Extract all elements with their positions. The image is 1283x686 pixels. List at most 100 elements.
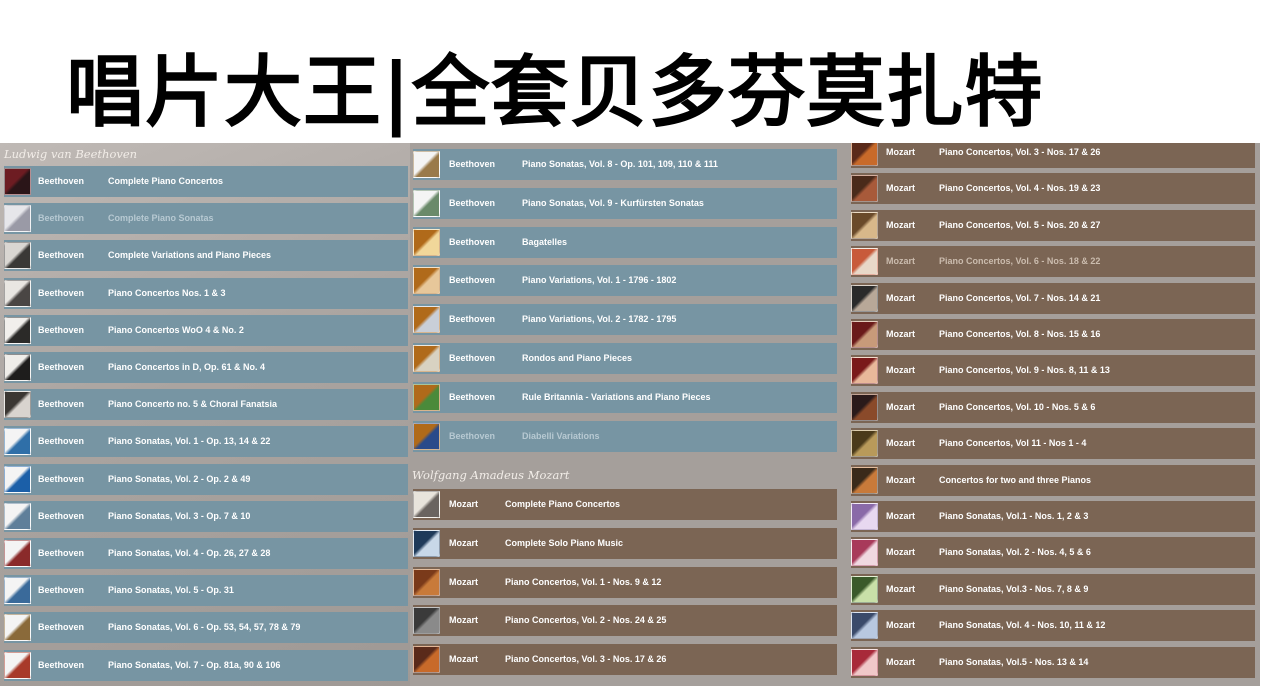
album-cover-thumbnail[interactable] (4, 205, 31, 233)
album-title[interactable]: Bagatelles (522, 227, 567, 258)
album-row[interactable]: Beethoven Piano Sonatas, Vol. 4 - Op. 26,… (4, 538, 408, 569)
album-title[interactable]: Piano Concerto no. 5 & Choral Fanatsia (108, 389, 277, 420)
album-cover-thumbnail[interactable] (851, 539, 878, 567)
album-row[interactable]: Beethoven Piano Variations, Vol. 2 - 1782… (413, 304, 837, 336)
album-row[interactable]: Beethoven Rule Britannia - Variations and… (413, 381, 837, 413)
album-row[interactable]: Mozart Piano Concertos, Vol. 3 - Nos. 17 … (413, 644, 837, 676)
album-row[interactable]: Mozart Piano Concertos, Vol. 7 - Nos. 14 … (851, 282, 1255, 314)
album-row[interactable]: Mozart Piano Concertos, Vol. 10 - Nos. 5 … (851, 391, 1255, 423)
album-row[interactable]: Beethoven Piano Variations, Vol. 1 - 1796… (413, 265, 837, 297)
album-row[interactable]: Beethoven Piano Sonatas, Vol. 1 - Op. 13,… (4, 426, 408, 458)
album-cover-thumbnail[interactable] (851, 612, 878, 640)
album-title[interactable]: Piano Concertos, Vol. 7 - Nos. 14 & 21 (939, 283, 1100, 314)
album-title[interactable]: Piano Concertos, Vol. 3 - Nos. 17 & 26 (939, 143, 1100, 168)
album-row[interactable]: Beethoven Bagatelles (413, 226, 837, 258)
album-row[interactable]: Mozart Complete Solo Piano Music (413, 527, 837, 559)
album-cover-thumbnail[interactable] (851, 321, 878, 348)
album-row[interactable]: Mozart Concertos for two and three Pianos (851, 464, 1255, 496)
album-cover-thumbnail[interactable] (4, 316, 31, 344)
album-row[interactable]: Mozart Piano Sonatas, Vol. 4 - Nos. 10, 1… (851, 610, 1255, 642)
album-row[interactable]: Mozart Piano Concertos, Vol. 4 - Nos. 19 … (851, 173, 1255, 205)
album-title[interactable]: Complete Piano Concertos (108, 166, 223, 197)
album-row[interactable]: Beethoven Diabelli Variations (413, 420, 837, 452)
album-cover-thumbnail[interactable] (413, 383, 440, 411)
album-row[interactable]: Mozart Piano Concertos, Vol. 2 - Nos. 24 … (413, 605, 837, 637)
album-cover-thumbnail[interactable] (4, 502, 31, 530)
album-cover-thumbnail[interactable] (851, 248, 878, 276)
album-title[interactable]: Piano Concertos WoO 4 & No. 2 (108, 315, 244, 346)
album-cover-thumbnail[interactable] (413, 267, 440, 295)
album-title[interactable]: Piano Sonatas, Vol. 4 - Op. 26, 27 & 28 (108, 538, 270, 569)
album-cover-thumbnail[interactable] (851, 466, 878, 494)
album-row[interactable]: Mozart Piano Concertos, Vol. 9 - Nos. 8, … (851, 355, 1255, 387)
album-cover-thumbnail[interactable] (413, 306, 440, 334)
album-cover-thumbnail[interactable] (4, 354, 31, 381)
album-cover-thumbnail[interactable] (413, 529, 440, 557)
album-title[interactable]: Piano Concertos, Vol. 8 - Nos. 15 & 16 (939, 319, 1100, 350)
album-cover-thumbnail[interactable] (851, 575, 878, 603)
album-title[interactable]: Piano Concertos Nos. 1 & 3 (108, 278, 226, 309)
album-row[interactable]: Mozart Complete Piano Concertos (413, 489, 837, 520)
album-title[interactable]: Piano Concertos, Vol. 4 - Nos. 19 & 23 (939, 173, 1100, 204)
album-cover-thumbnail[interactable] (413, 345, 440, 372)
album-cover-thumbnail[interactable] (851, 503, 878, 530)
album-row[interactable]: Mozart Piano Sonatas, Vol. 2 - Nos. 4, 5 … (851, 537, 1255, 569)
album-row[interactable]: Beethoven Piano Sonatas, Vol. 5 - Op. 31 (4, 575, 408, 607)
album-row[interactable]: Beethoven Piano Sonatas, Vol. 8 - Op. 101… (413, 149, 837, 180)
album-cover-thumbnail[interactable] (4, 651, 31, 679)
album-title[interactable]: Complete Variations and Piano Pieces (108, 240, 271, 271)
album-title[interactable]: Complete Piano Sonatas (108, 203, 214, 234)
album-row[interactable]: Mozart Piano Concertos, Vol. 5 - Nos. 20 … (851, 209, 1255, 241)
album-title[interactable]: Rondos and Piano Pieces (522, 343, 632, 374)
album-cover-thumbnail[interactable] (413, 491, 440, 518)
album-title[interactable]: Piano Sonatas, Vol. 8 - Op. 101, 109, 11… (522, 149, 718, 180)
album-title[interactable]: Piano Concertos in D, Op. 61 & No. 4 (108, 352, 265, 383)
album-row[interactable]: Beethoven Piano Sonatas, Vol. 3 - Op. 7 &… (4, 500, 408, 532)
album-title[interactable]: Piano Sonatas, Vol.1 - Nos. 1, 2 & 3 (939, 501, 1088, 532)
album-cover-thumbnail[interactable] (4, 540, 31, 567)
album-title[interactable]: Piano Sonatas, Vol. 3 - Op. 7 & 10 (108, 501, 250, 532)
album-title[interactable]: Piano Sonatas, Vol. 1 - Op. 13, 14 & 22 (108, 426, 270, 457)
album-title[interactable]: Piano Sonatas, Vol. 9 - Kurfürsten Sonat… (522, 188, 704, 219)
album-row[interactable]: Beethoven Piano Sonatas, Vol. 6 - Op. 53,… (4, 612, 408, 644)
album-title[interactable]: Piano Sonatas, Vol. 2 - Nos. 4, 5 & 6 (939, 537, 1091, 568)
album-row[interactable]: Beethoven Rondos and Piano Pieces (413, 343, 837, 374)
album-cover-thumbnail[interactable] (851, 393, 878, 421)
album-title[interactable]: Piano Sonatas, Vol. 4 - Nos. 10, 11 & 12 (939, 610, 1105, 641)
album-cover-thumbnail[interactable] (413, 151, 440, 178)
album-cover-thumbnail[interactable] (851, 284, 878, 312)
album-row[interactable]: Beethoven Piano Concertos in D, Op. 61 & … (4, 352, 408, 383)
album-title[interactable]: Piano Variations, Vol. 2 - 1782 - 1795 (522, 304, 676, 335)
album-cover-thumbnail[interactable] (413, 422, 440, 450)
album-cover-thumbnail[interactable] (851, 357, 878, 385)
album-title[interactable]: Piano Concertos, Vol. 10 - Nos. 5 & 6 (939, 392, 1095, 423)
album-title[interactable]: Piano Concertos, Vol 11 - Nos 1 - 4 (939, 428, 1086, 459)
album-cover-thumbnail[interactable] (4, 428, 31, 456)
album-cover-thumbnail[interactable] (413, 189, 440, 217)
album-cover-thumbnail[interactable] (851, 211, 878, 239)
album-title[interactable]: Piano Sonatas, Vol. 5 - Op. 31 (108, 575, 234, 606)
album-title[interactable]: Rule Britannia - Variations and Piano Pi… (522, 382, 711, 413)
album-cover-thumbnail[interactable] (413, 646, 440, 674)
album-title[interactable]: Piano Concertos, Vol. 3 - Nos. 17 & 26 (505, 644, 666, 675)
album-cover-thumbnail[interactable] (851, 143, 878, 166)
album-row[interactable]: Mozart Piano Concertos, Vol 11 - Nos 1 - … (851, 428, 1255, 460)
album-row[interactable]: Mozart Piano Sonatas, Vol.3 - Nos. 7, 8 &… (851, 573, 1255, 605)
album-cover-thumbnail[interactable] (413, 607, 440, 635)
album-row[interactable]: Beethoven Complete Piano Concertos (4, 166, 408, 197)
album-row[interactable]: Beethoven Piano Concertos WoO 4 & No. 2 (4, 314, 408, 346)
album-cover-thumbnail[interactable] (4, 614, 31, 642)
album-title[interactable]: Piano Sonatas, Vol.3 - Nos. 7, 8 & 9 (939, 574, 1088, 605)
album-cover-thumbnail[interactable] (4, 168, 31, 195)
album-row[interactable]: Beethoven Piano Concertos Nos. 1 & 3 (4, 277, 408, 309)
album-title[interactable]: Complete Piano Concertos (505, 489, 620, 520)
album-row[interactable]: Beethoven Piano Sonatas, Vol. 7 - Op. 81a… (4, 649, 408, 681)
album-row[interactable]: Beethoven Piano Concerto no. 5 & Choral F… (4, 389, 408, 421)
album-title[interactable]: Piano Sonatas, Vol. 7 - Op. 81a, 90 & 10… (108, 650, 280, 681)
album-title[interactable]: Piano Concertos, Vol. 5 - Nos. 20 & 27 (939, 210, 1100, 241)
album-title[interactable]: Piano Variations, Vol. 1 - 1796 - 1802 (522, 265, 676, 296)
album-cover-thumbnail[interactable] (4, 577, 31, 605)
album-row[interactable]: Mozart Piano Concertos, Vol. 8 - Nos. 15 … (851, 319, 1255, 350)
album-title[interactable]: Piano Concertos, Vol. 9 - Nos. 8, 11 & 1… (939, 355, 1110, 386)
album-title[interactable]: Piano Concertos, Vol. 6 - Nos. 18 & 22 (939, 246, 1100, 277)
